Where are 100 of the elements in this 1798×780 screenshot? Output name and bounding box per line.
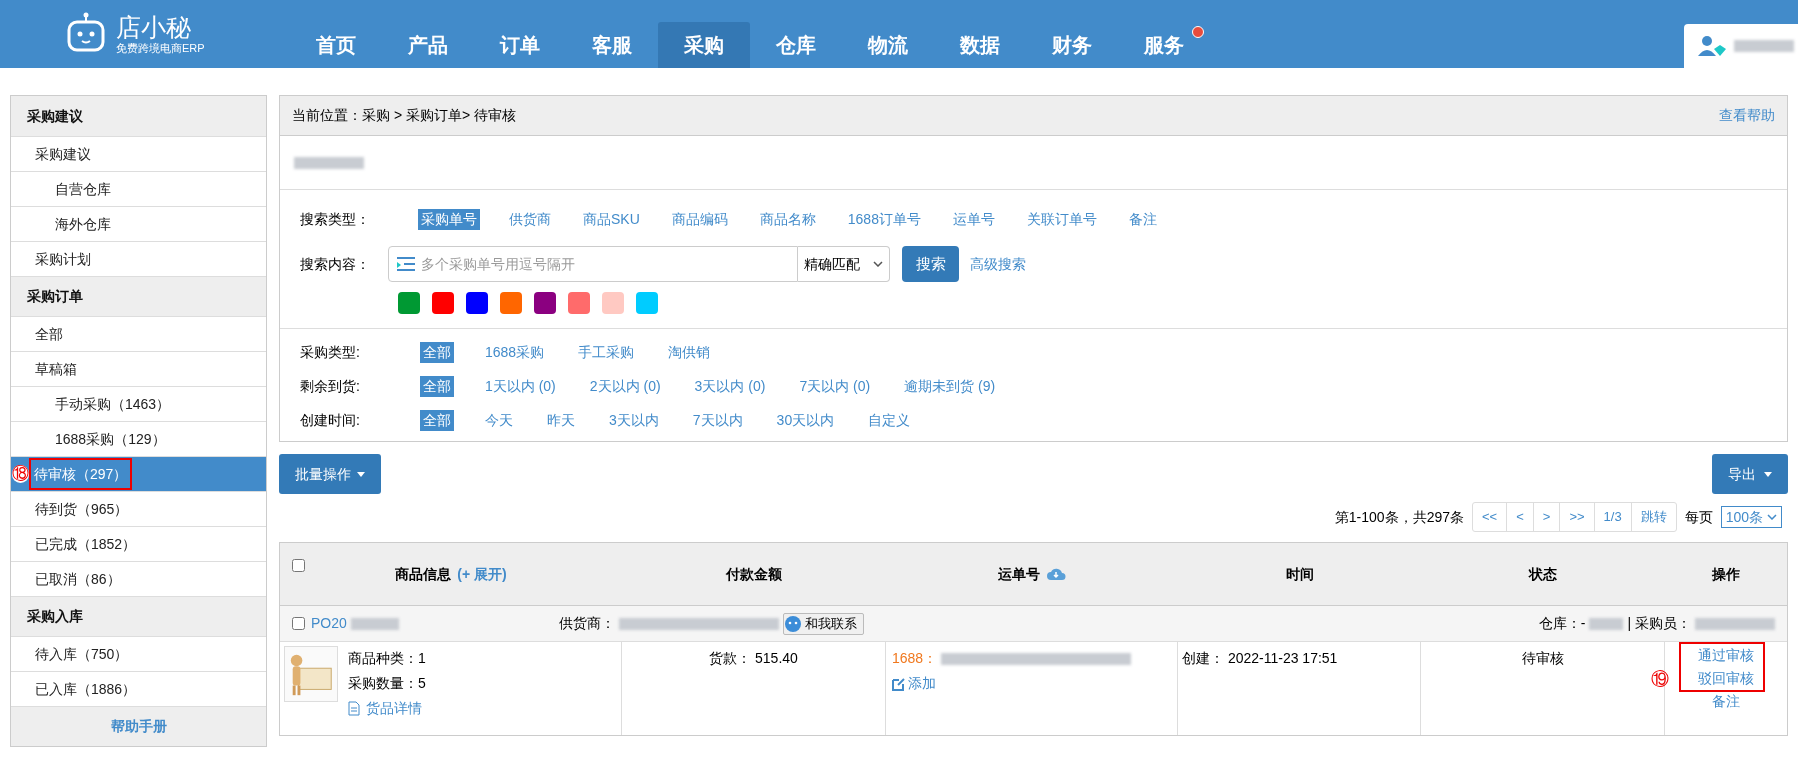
filter-option[interactable]: 手工采购	[575, 341, 638, 363]
sidebar-item[interactable]: 采购建议	[11, 136, 266, 171]
search-type-option[interactable]: 1688订单号	[844, 208, 924, 230]
search-type-option[interactable]: 运单号	[949, 208, 998, 230]
add-tracking-link[interactable]: 添加	[892, 673, 1171, 694]
sidebar-item-label: 1688采购（129）	[55, 429, 166, 449]
filter-option[interactable]: 30天以内	[773, 409, 838, 431]
search-type-option[interactable]: 关联订单号	[1023, 208, 1100, 230]
filter-option[interactable]: 7天以内 (0)	[796, 375, 874, 397]
advanced-search-link[interactable]: 高级搜索	[970, 253, 1026, 275]
pagination-button[interactable]: 1/3	[1593, 503, 1631, 531]
filter-option[interactable]: 淘供销	[665, 341, 714, 363]
warehouse-label: 仓库：-	[1538, 614, 1586, 633]
search-button[interactable]: 搜索	[902, 246, 959, 282]
search-type-option[interactable]: 商品编码	[668, 208, 731, 230]
filter-option[interactable]: 全部	[420, 375, 454, 397]
nav-tab[interactable]: 客服	[566, 22, 658, 68]
color-tag[interactable]	[500, 292, 522, 314]
color-tag[interactable]	[534, 292, 556, 314]
batch-actions-button[interactable]: 批量操作	[279, 454, 381, 494]
search-type-option[interactable]: 备注	[1125, 208, 1160, 230]
order-id-link[interactable]: PO20	[311, 613, 347, 634]
filter-option[interactable]: 7天以内	[689, 409, 746, 431]
sidebar-item[interactable]: 待入库（750）	[11, 636, 266, 671]
color-tag[interactable]	[432, 292, 454, 314]
color-tag[interactable]	[398, 292, 420, 314]
sidebar-section-title: 采购订单	[11, 276, 266, 316]
color-tag[interactable]	[466, 292, 488, 314]
user-menu[interactable]	[1684, 24, 1798, 68]
filter-option[interactable]: 自定义	[865, 409, 914, 431]
pagination-button[interactable]: 跳转	[1630, 503, 1676, 531]
sidebar-item[interactable]: 全部	[11, 316, 266, 351]
column-header: 运单号	[998, 564, 1040, 584]
sidebar-item[interactable]: ⑱ 待审核（297）	[11, 456, 266, 491]
search-type-option[interactable]: 供货商	[506, 208, 554, 230]
supplier-label: 供货商：	[558, 614, 615, 633]
chevron-down-icon	[1767, 514, 1777, 520]
help-manual-link[interactable]: 帮助手册	[110, 716, 167, 737]
filter-option[interactable]: 全部	[420, 341, 454, 363]
nav-tab[interactable]: 产品	[382, 22, 474, 68]
nav-tab[interactable]: 首页	[290, 22, 382, 68]
document-icon	[348, 701, 360, 716]
filter-option[interactable]: 3天以内 (0)	[691, 375, 769, 397]
action-link[interactable]: 通过审核	[1698, 644, 1754, 667]
search-type-option[interactable]: 采购单号	[418, 208, 480, 230]
filter-option[interactable]: 逾期未到货 (9)	[901, 375, 999, 397]
search-input[interactable]: 多个采购单号用逗号隔开	[421, 253, 789, 275]
sidebar-item-label: 已取消（86）	[35, 569, 121, 589]
export-button[interactable]: 导出	[1712, 454, 1788, 494]
search-content-label: 搜索内容：	[300, 254, 371, 274]
nav-tab[interactable]: 服务	[1118, 22, 1210, 68]
redacted-text	[294, 156, 364, 169]
filter-option[interactable]: 今天	[482, 409, 516, 431]
filter-option[interactable]: 1688采购	[482, 341, 548, 363]
sidebar-item[interactable]: 海外仓库	[11, 206, 266, 241]
filter-option[interactable]: 3天以内	[606, 409, 662, 431]
filter-option[interactable]: 2天以内 (0)	[586, 375, 664, 397]
color-tag[interactable]	[636, 292, 658, 314]
pagination-button[interactable]: <	[1506, 503, 1533, 531]
nav-tab[interactable]: 数据	[934, 22, 1026, 68]
search-type-option[interactable]: 商品SKU	[580, 208, 643, 230]
sidebar-item[interactable]: 已完成（1852）	[11, 526, 266, 561]
purchase-quantity: 采购数量：5	[348, 674, 426, 693]
color-tag[interactable]	[568, 292, 590, 314]
search-field[interactable]: 多个采购单号用逗号隔开	[388, 246, 798, 282]
sidebar-item[interactable]: 手动采购（1463）	[11, 386, 266, 421]
match-select[interactable]: 精确匹配	[798, 246, 890, 282]
pagination-button[interactable]: >>	[1559, 503, 1594, 531]
pagination-button[interactable]: <<	[1473, 503, 1507, 531]
filter-option[interactable]: 昨天	[544, 409, 578, 431]
action-link[interactable]: 备注	[1712, 690, 1740, 713]
select-all-checkbox[interactable]	[292, 559, 305, 572]
column-header: 付款金额	[726, 564, 782, 584]
user-icon	[1698, 35, 1728, 57]
pagination-button[interactable]: >	[1532, 503, 1560, 531]
help-link[interactable]: 查看帮助	[1719, 105, 1775, 126]
annotation-number: ⑱	[12, 465, 29, 483]
color-tag[interactable]	[602, 292, 624, 314]
action-link[interactable]: 驳回审核	[1698, 667, 1754, 690]
nav-tab[interactable]: 仓库	[750, 22, 842, 68]
sidebar-item[interactable]: 待到货（965）	[11, 491, 266, 526]
breadcrumb: 当前位置：采购 > 采购订单> 待审核	[292, 106, 517, 125]
sidebar-item-label: 海外仓库	[55, 214, 111, 234]
nav-tab[interactable]: 物流	[842, 22, 934, 68]
per-page-select[interactable]: 100条	[1720, 506, 1782, 528]
expand-link[interactable]: (+ 展开)	[457, 563, 507, 585]
sidebar-item[interactable]: 草稿箱	[11, 351, 266, 386]
nav-tab[interactable]: 采购	[658, 22, 750, 68]
cloud-download-icon	[1046, 567, 1066, 581]
search-type-option[interactable]: 商品名称	[756, 208, 819, 230]
list-icon	[397, 257, 415, 271]
nav-tab[interactable]: 财务	[1026, 22, 1118, 68]
order-checkbox[interactable]	[292, 617, 305, 630]
redacted-text	[1734, 40, 1794, 52]
filter-option[interactable]: 全部	[420, 409, 454, 431]
nav-tab[interactable]: 订单	[474, 22, 566, 68]
contact-button[interactable]: 和我联系	[782, 612, 864, 635]
sidebar-item[interactable]: 自营仓库	[11, 171, 266, 206]
product-details-link[interactable]: 货品详情	[348, 696, 426, 721]
filter-option[interactable]: 1天以内 (0)	[482, 375, 559, 397]
